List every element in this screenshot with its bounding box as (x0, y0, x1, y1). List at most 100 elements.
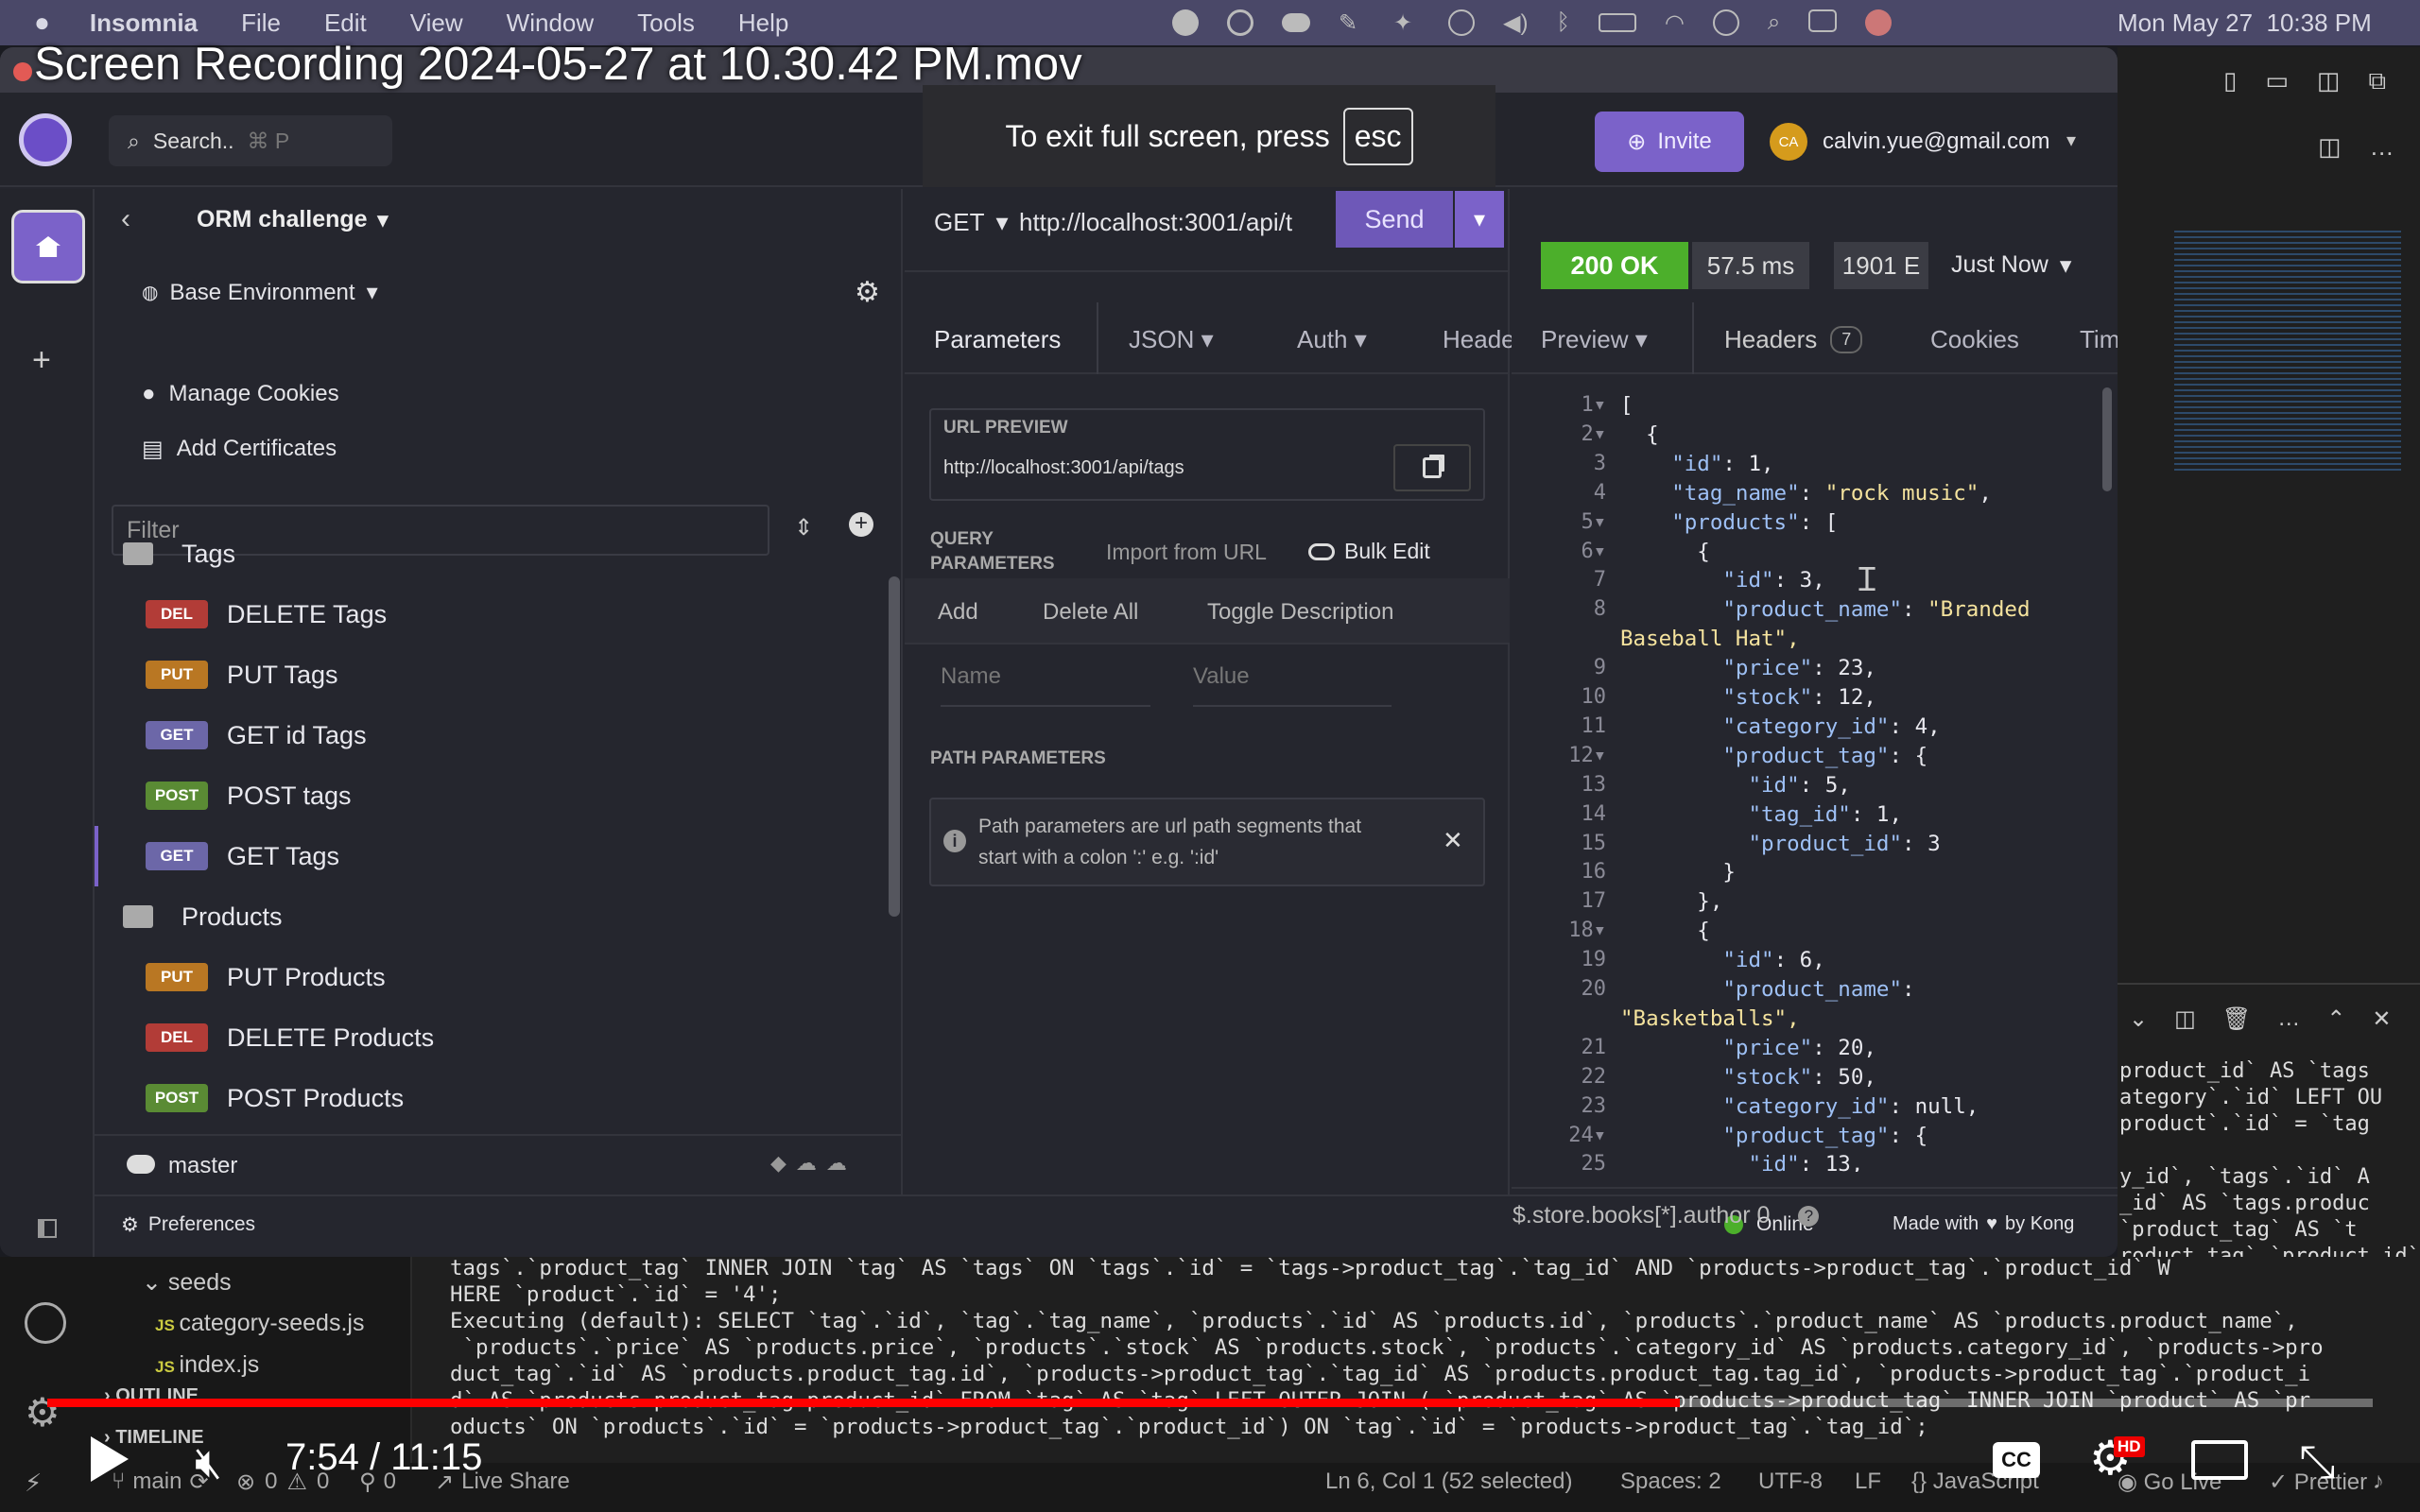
request-delete-tags[interactable]: DEL DELETE Tags (123, 584, 879, 644)
tab-json[interactable]: JSON ▾ (1129, 325, 1214, 354)
response-filter[interactable]: $.store.books[*].author 0 ? (1512, 1202, 1820, 1229)
add-certificates[interactable]: ▤ Add Certificates (142, 436, 337, 463)
stop-record-icon[interactable] (1172, 9, 1199, 36)
search-box[interactable]: ⌕ Search.. ⌘ P (109, 115, 392, 166)
menu-help[interactable]: Help (738, 9, 788, 38)
tab-preview[interactable]: Preview ▾ (1541, 325, 1648, 354)
split-icon[interactable]: ◫ (2317, 66, 2341, 96)
tab-cookies[interactable]: Cookies (1930, 325, 2019, 354)
remote-icon[interactable]: ⚡ (25, 1469, 42, 1498)
url-input[interactable]: http://localhost:3001/api/t (1019, 208, 1322, 237)
apple-icon[interactable]: ● (34, 8, 50, 38)
cursor-position[interactable]: Ln 6, Col 1 (52 selected) (1325, 1469, 1572, 1495)
pen-icon[interactable]: ✎ (1339, 9, 1365, 36)
explorer-file-category-seeds[interactable]: JS category-seeds.js (155, 1310, 364, 1337)
ellipsis-icon[interactable]: … (2277, 1005, 2300, 1033)
request-get-id-tags[interactable]: GET GET id Tags (123, 705, 879, 765)
volume-icon[interactable]: ◀) (1503, 9, 1528, 37)
explorer-file-index[interactable]: JS index.js (155, 1351, 259, 1379)
wifi-icon[interactable]: ◠ (1665, 9, 1685, 37)
import-from-url[interactable]: Import from URL (1106, 540, 1267, 565)
request-delete-products[interactable]: DEL DELETE Products (123, 1007, 879, 1068)
home-button[interactable] (11, 210, 85, 284)
preferences-button[interactable]: ⚙ Preferences (121, 1213, 255, 1237)
spotlight-icon[interactable]: ⌕ (1768, 9, 1780, 37)
indentation[interactable]: Spaces: 2 (1620, 1469, 1721, 1495)
tab-auth[interactable]: Auth ▾ (1297, 325, 1367, 354)
delete-all-button[interactable]: Delete All (1043, 599, 1138, 626)
control-center-icon[interactable] (1808, 9, 1838, 32)
chevron-down-icon[interactable]: ▾ (2066, 129, 2076, 152)
siri-icon[interactable] (1865, 9, 1893, 36)
add-project-icon[interactable]: + (32, 342, 51, 379)
close-icon[interactable]: ✕ (1443, 826, 1463, 855)
chevron-down-icon[interactable]: ⌄ (2129, 1005, 2148, 1033)
split-editor-icon[interactable]: ▯ (2223, 66, 2237, 96)
maximize-icon[interactable]: ⌃ (2326, 1005, 2345, 1033)
sync-icons[interactable]: ◆☁☁ (770, 1151, 856, 1176)
account-icon[interactable] (25, 1302, 66, 1344)
invite-button[interactable]: ⊕ Invite (1595, 112, 1744, 172)
encoding[interactable]: UTF-8 (1758, 1469, 1823, 1495)
manage-cookies[interactable]: ● Manage Cookies (142, 381, 339, 407)
menubar-clock[interactable]: Mon May 27 10:38 PM (2118, 9, 2372, 38)
folder-tags[interactable]: Tags (123, 524, 879, 584)
menu-tools[interactable]: Tools (637, 9, 695, 38)
add-param-button[interactable]: Add (938, 599, 978, 626)
user-email[interactable]: calvin.yue@gmail.com (1823, 129, 2049, 155)
menu-app-name[interactable]: Insomnia (90, 9, 198, 38)
puzzle-icon[interactable]: ✦ (1393, 9, 1420, 36)
layout-icon[interactable]: ▭ (2265, 66, 2289, 96)
avatar[interactable]: CA (1770, 123, 1807, 161)
fullscreen-exit-icon[interactable]: ⤡ (2299, 1436, 2335, 1489)
help-icon[interactable]: ? (1798, 1206, 1820, 1227)
request-put-tags[interactable]: PUT PUT Tags (123, 644, 879, 705)
sidebar-toggle-icon[interactable] (38, 1219, 57, 1238)
send-button[interactable]: Send (1336, 191, 1453, 248)
time-machine-icon[interactable] (1712, 9, 1739, 36)
insomnia-logo[interactable] (19, 113, 72, 166)
tab-timeline[interactable]: Tim (2080, 325, 2118, 354)
made-with-kong[interactable]: Made with ♥ by Kong (1893, 1213, 2074, 1235)
line-ending[interactable]: LF (1855, 1469, 1881, 1495)
trash-icon[interactable]: 🗑 (2222, 1005, 2251, 1033)
window-close-dot[interactable] (13, 62, 32, 81)
json-viewer[interactable]: 1▾ [2▾ {3 "id": 1, 4 "tag_name": "rock mus… (1512, 378, 2118, 1172)
play-button[interactable] (91, 1436, 129, 1482)
request-get-tags[interactable]: GET GET Tags (95, 826, 879, 886)
bell-icon[interactable]: ♪ (2373, 1469, 2384, 1495)
folder-products[interactable]: Products (123, 886, 879, 947)
param-name-input[interactable]: Name (941, 663, 1150, 707)
split-terminal-icon[interactable]: ◫ (2174, 1005, 2196, 1033)
captions-button[interactable]: CC (1993, 1442, 2040, 1478)
mute-icon[interactable]: 🔇︎ (195, 1436, 222, 1489)
split-icon[interactable]: ◫ (2318, 132, 2342, 162)
miniplayer-icon[interactable] (2191, 1440, 2248, 1480)
more-icon[interactable]: ⧉ (2368, 66, 2386, 96)
method-select[interactable]: GET ▾ (934, 208, 1009, 237)
bluetooth-icon[interactable]: ᛒ (1556, 9, 1569, 37)
project-name[interactable]: ORM challenge ▾ (197, 206, 389, 234)
copy-url-button[interactable] (1393, 444, 1471, 491)
menu-edit[interactable]: Edit (324, 9, 367, 38)
play-circle-icon[interactable] (1448, 9, 1475, 36)
tab-response-headers[interactable]: Headers 7 (1724, 325, 1863, 354)
request-post-tags[interactable]: POST POST tags (123, 765, 879, 826)
settings-gear-icon[interactable]: ⚙ HD (2089, 1431, 2145, 1486)
ellipsis-icon[interactable]: … (2370, 132, 2394, 162)
menu-view[interactable]: View (410, 9, 463, 38)
menu-window[interactable]: Window (507, 9, 594, 38)
toggle-description-button[interactable]: Toggle Description (1207, 599, 1393, 626)
tab-headers[interactable]: Heade (1443, 325, 1515, 354)
bulk-edit-toggle[interactable]: Bulk Edit (1308, 539, 1430, 564)
send-options-button[interactable]: ▾ (1455, 191, 1504, 248)
environment-selector[interactable]: ◍ Base Environment ▾ (142, 279, 378, 306)
battery-icon[interactable] (1598, 13, 1636, 32)
response-history[interactable]: Just Now ▾ (1951, 251, 2071, 280)
close-icon[interactable]: ✕ (2372, 1005, 2391, 1033)
branch-name[interactable]: master (168, 1153, 237, 1179)
cloud-icon[interactable] (1282, 13, 1310, 32)
request-post-products[interactable]: POST POST Products (123, 1068, 879, 1128)
vpn-icon[interactable] (1227, 9, 1253, 36)
menu-file[interactable]: File (241, 9, 281, 38)
